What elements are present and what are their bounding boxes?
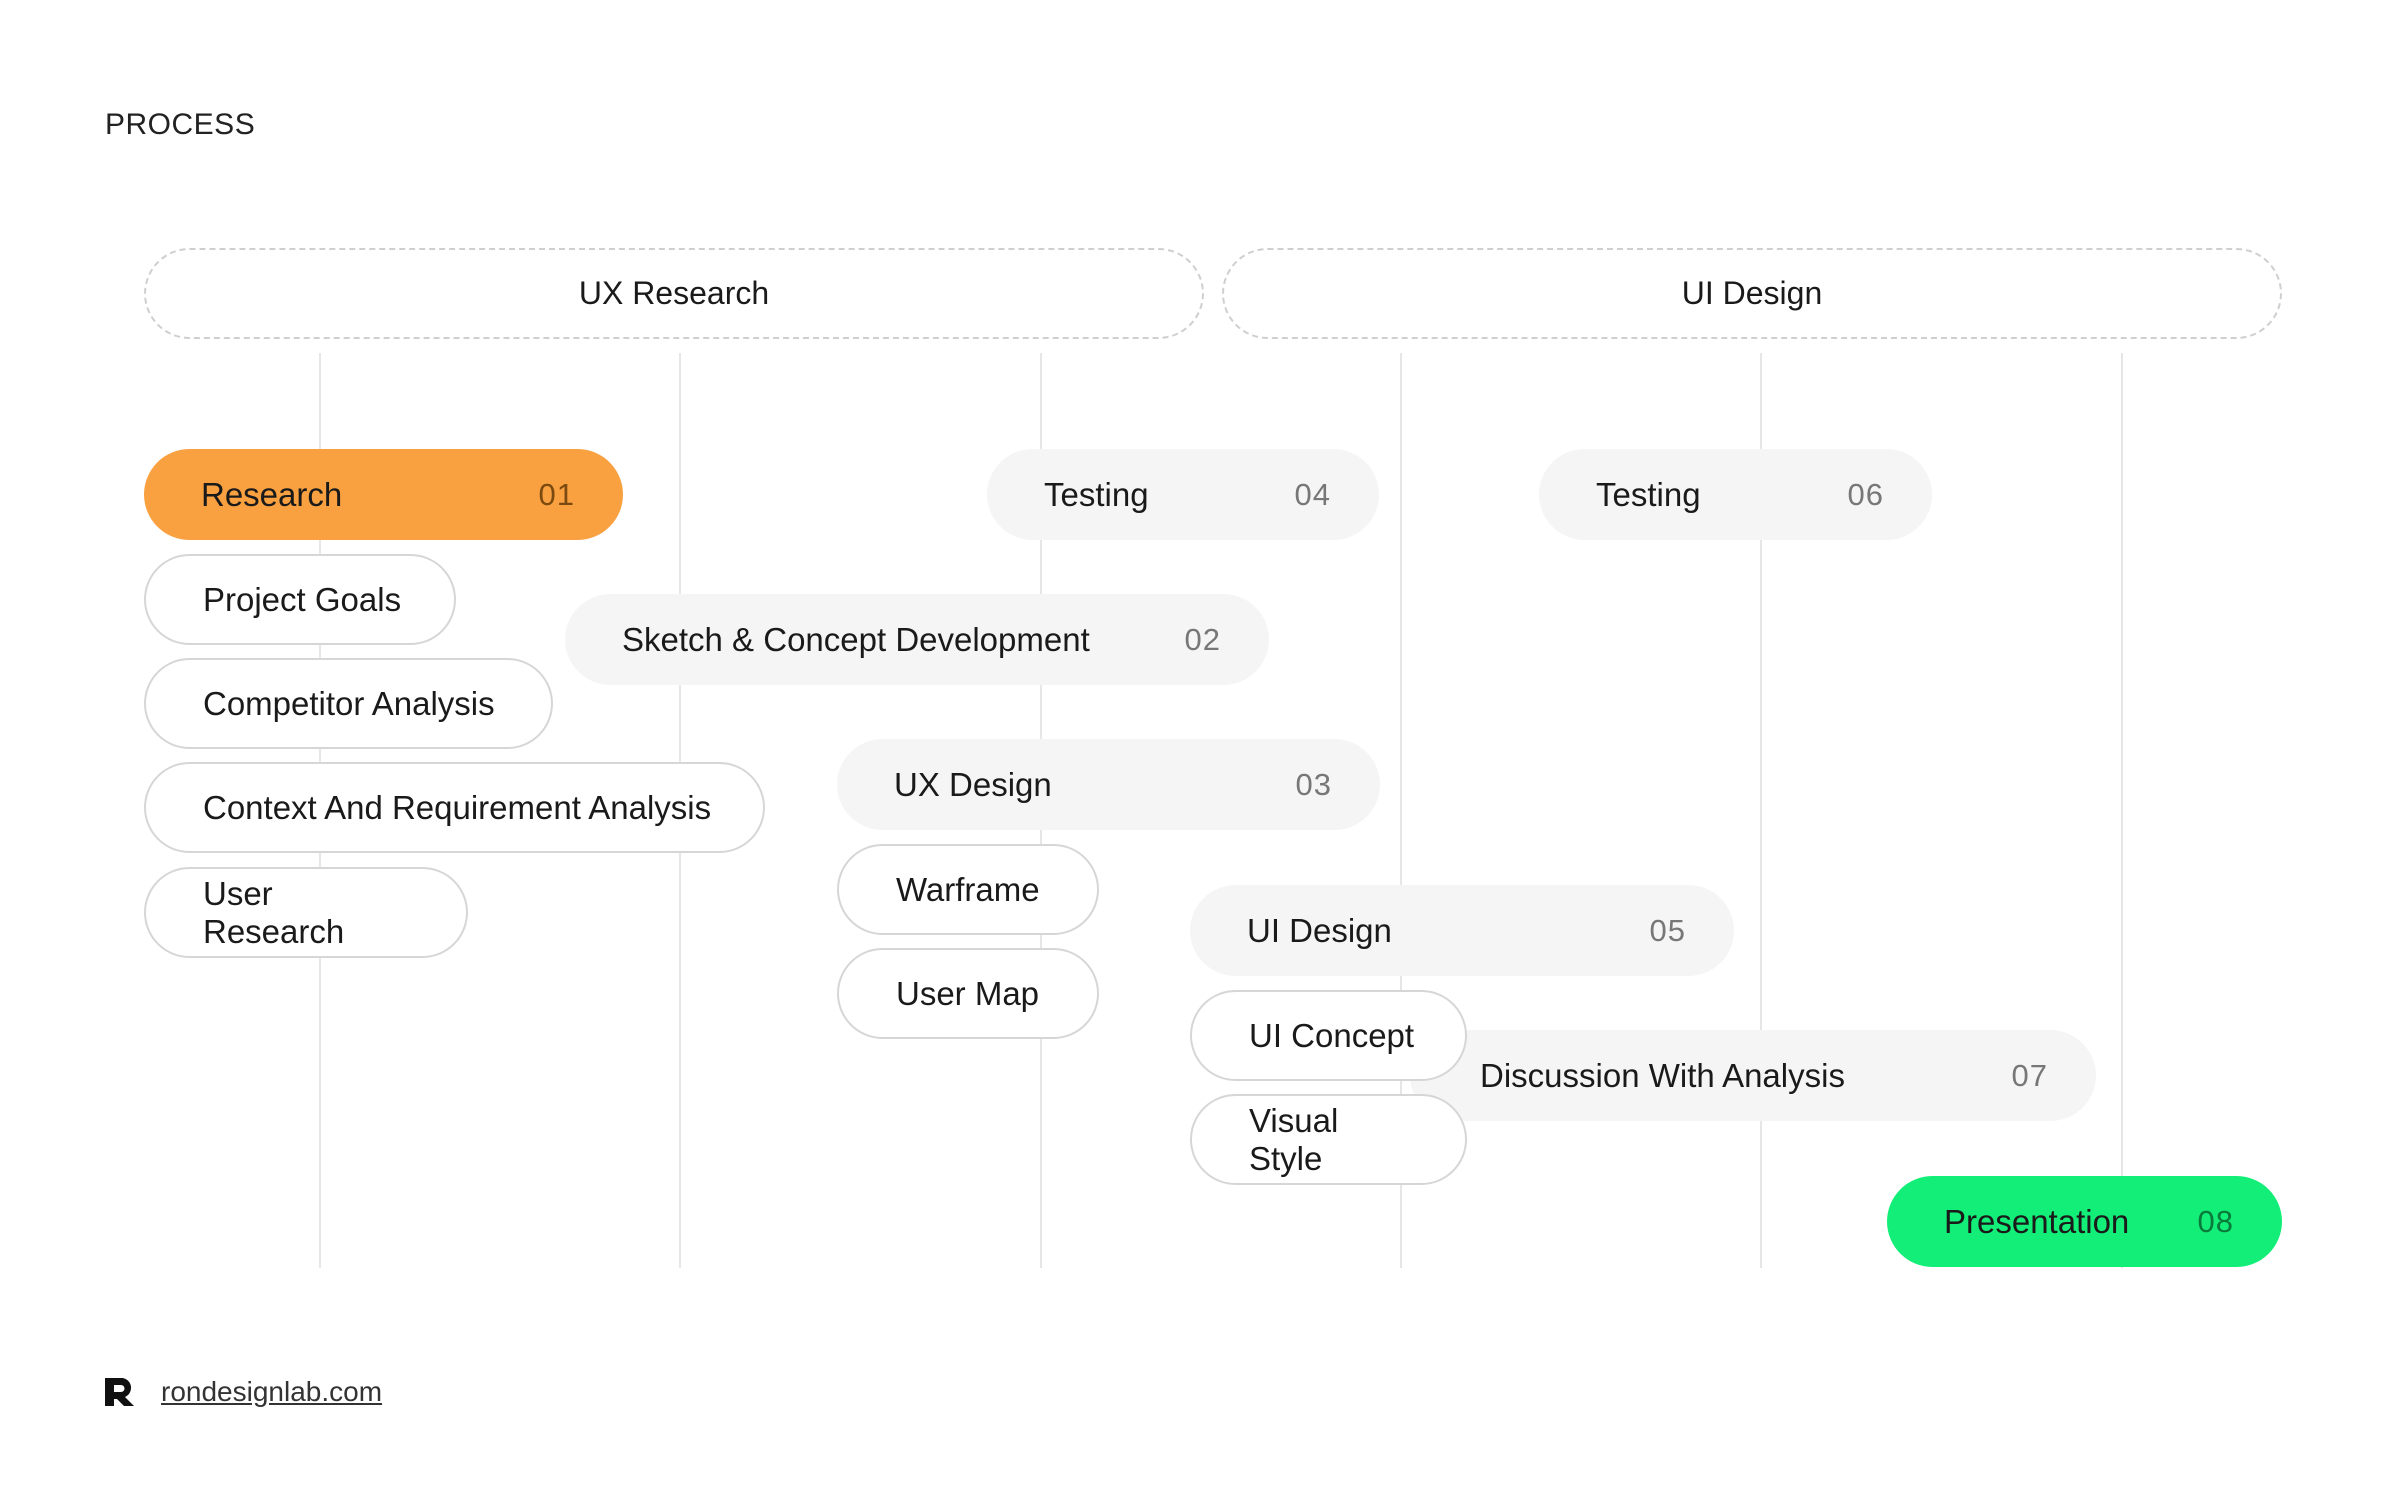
r-logo-icon	[105, 1378, 134, 1406]
phase-label: Research	[201, 475, 343, 513]
phase-testing-04[interactable]: Testing 04	[987, 449, 1379, 540]
task-competitor-analysis[interactable]: Competitor Analysis	[144, 658, 553, 749]
phase-ux-design[interactable]: UX Design 03	[837, 739, 1380, 830]
phase-label: Discussion With Analysis	[1480, 1056, 1845, 1094]
task-user-map[interactable]: User Map	[837, 948, 1099, 1039]
phase-number: 01	[538, 476, 575, 512]
phase-number: 04	[1294, 476, 1331, 512]
footer: rondesignlab.com	[105, 1376, 382, 1408]
task-label: Competitor Analysis	[203, 684, 495, 722]
timeline-gridline	[2121, 353, 2123, 1268]
task-ui-concept[interactable]: UI Concept	[1190, 990, 1467, 1081]
task-warframe[interactable]: Warframe	[837, 844, 1099, 935]
phase-number: 08	[2197, 1203, 2234, 1239]
phase-testing-06[interactable]: Testing 06	[1539, 449, 1932, 540]
group-label: UI Design	[1681, 275, 1823, 311]
phase-sketch-concept[interactable]: Sketch & Concept Development 02	[565, 594, 1269, 685]
phase-number: 05	[1649, 912, 1686, 948]
phase-ui-design[interactable]: UI Design 05	[1190, 885, 1734, 976]
task-user-research[interactable]: User Research	[144, 867, 468, 958]
group-label: UX Research	[578, 275, 770, 311]
phase-label: Testing	[1044, 475, 1149, 513]
phase-label: UI Design	[1247, 911, 1392, 949]
group-ux-research: UX Research	[144, 248, 1204, 339]
phase-label: UX Design	[894, 765, 1052, 803]
phase-number: 03	[1295, 766, 1332, 802]
task-label: User Map	[896, 974, 1040, 1012]
task-label: User Research	[203, 874, 345, 950]
phase-number: 06	[1847, 476, 1884, 512]
group-ui-design: UI Design	[1222, 248, 2282, 339]
phase-research[interactable]: Research 01	[144, 449, 623, 540]
task-label: Project Goals	[203, 580, 402, 618]
task-label: Context And Requirement Analysis	[203, 788, 712, 826]
website-link[interactable]: rondesignlab.com	[161, 1376, 382, 1408]
phase-label: Sketch & Concept Development	[622, 620, 1090, 658]
task-project-goals[interactable]: Project Goals	[144, 554, 456, 645]
phase-label: Testing	[1596, 475, 1701, 513]
phase-discussion-analysis[interactable]: Discussion With Analysis 07	[1410, 1030, 2096, 1121]
phase-number: 02	[1184, 621, 1221, 657]
phase-presentation[interactable]: Presentation 08	[1887, 1176, 2282, 1267]
task-visual-style[interactable]: Visual Style	[1190, 1094, 1467, 1185]
task-label: Visual Style	[1249, 1101, 1339, 1177]
task-label: Warframe	[896, 870, 1040, 908]
phase-label: Presentation	[1944, 1202, 2130, 1240]
task-label: UI Concept	[1249, 1016, 1415, 1054]
page-title: PROCESS	[105, 108, 256, 141]
phase-number: 07	[2011, 1057, 2048, 1093]
task-context-requirement-analysis[interactable]: Context And Requirement Analysis	[144, 762, 765, 853]
